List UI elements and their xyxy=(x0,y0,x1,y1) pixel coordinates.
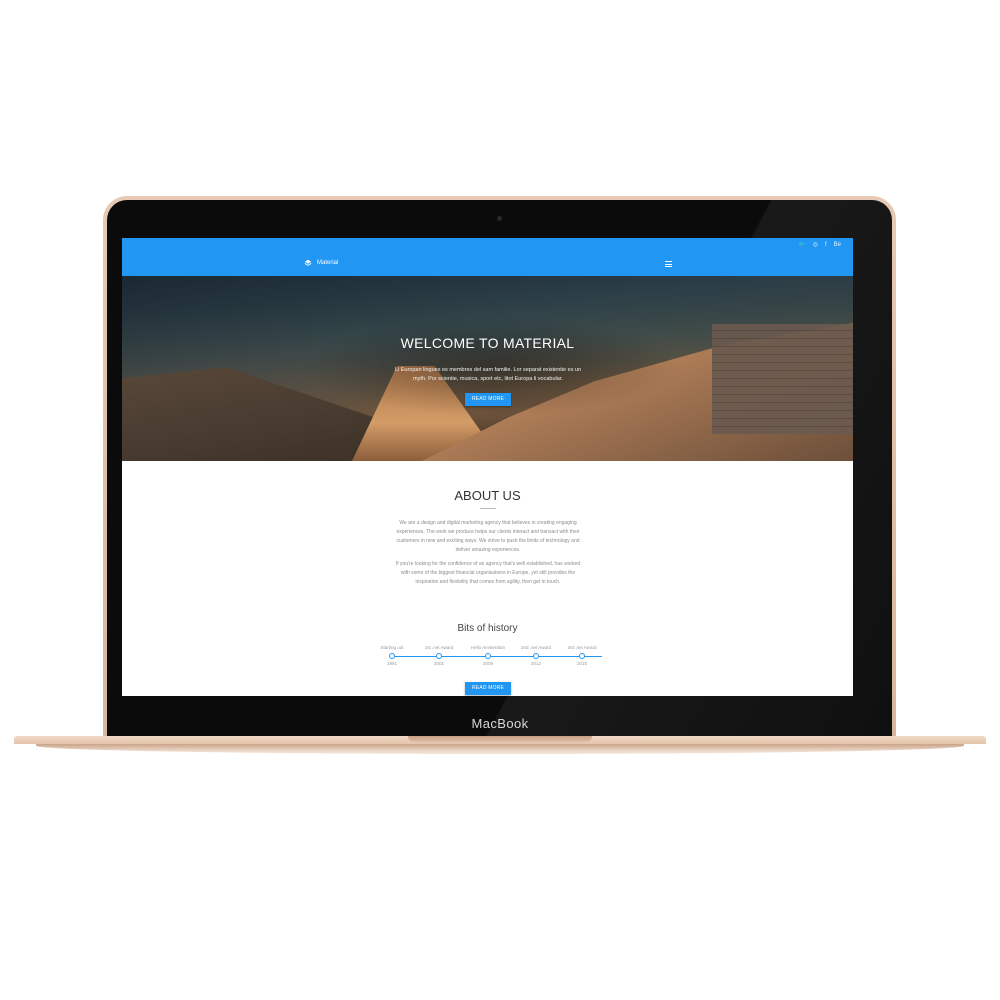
timeline-item[interactable]: Starting out 1991 xyxy=(370,644,414,668)
history-timeline: Starting out 1991 1st .net Award 2001 He… xyxy=(380,644,604,670)
timeline-label: 1st .net Award xyxy=(424,645,454,650)
social-links: 🐦 ◎ f Be xyxy=(798,241,841,249)
about-divider xyxy=(480,508,496,509)
timeline-dot xyxy=(436,653,442,659)
hamburger-menu-icon[interactable] xyxy=(665,261,672,267)
hero-text: Li Europan lingues es membres del sam fa… xyxy=(394,367,582,382)
about-paragraph-2: If you're looking for the confidence of … xyxy=(395,561,581,585)
layers-icon xyxy=(304,259,312,266)
hero-title: WELCOME TO MATERIAL xyxy=(400,335,575,351)
timeline-item[interactable]: 2nd .net Award 2012 xyxy=(514,644,558,668)
timeline-item[interactable]: 1st .net Award 2001 xyxy=(417,644,461,668)
site-logo[interactable]: Material xyxy=(304,259,338,267)
camera-dot xyxy=(497,216,502,221)
hero-read-more-button[interactable]: READ MORE xyxy=(465,393,511,406)
timeline-item[interactable]: Hello Amsterdam 2009 xyxy=(466,644,510,668)
timeline-dot xyxy=(533,653,539,659)
laptop-base-edge xyxy=(36,744,964,754)
timeline-year: 2001 xyxy=(433,661,444,666)
timeline-label: 2nd .net Award xyxy=(521,645,551,650)
timeline-year: 2009 xyxy=(482,661,493,666)
behance-icon[interactable]: Be xyxy=(834,241,841,249)
logo-text: Material xyxy=(317,260,339,266)
website-screen: 🐦 ◎ f Be Material WELCOME TO MATERIAL Li… xyxy=(122,238,853,696)
device-brand-label: MacBook xyxy=(471,716,529,731)
timeline-item[interactable]: 3rd .net Award 2015 xyxy=(560,644,604,668)
timeline-dot xyxy=(579,653,585,659)
about-paragraph-1: We are a design and digital marketing ag… xyxy=(396,520,580,553)
twitter-icon[interactable]: 🐦 xyxy=(798,241,805,249)
timeline-year: 2015 xyxy=(576,661,587,666)
laptop-opening-notch xyxy=(408,736,592,742)
timeline-label: Starting out xyxy=(380,645,404,650)
history-read-more-button[interactable]: READ MORE xyxy=(465,682,511,695)
about-title: ABOUT US xyxy=(454,488,521,503)
timeline-year: 2012 xyxy=(530,661,541,666)
history-title: Bits of history xyxy=(457,623,518,634)
dribbble-icon[interactable]: ◎ xyxy=(813,241,818,249)
timeline-label: 3rd .net Award xyxy=(567,645,597,650)
timeline-year: 1991 xyxy=(386,661,397,666)
timeline-dot xyxy=(485,653,491,659)
facebook-icon[interactable]: f xyxy=(825,241,827,249)
timeline-dot xyxy=(389,653,395,659)
timeline-label: Hello Amsterdam xyxy=(470,645,506,650)
top-navigation-bar: 🐦 ◎ f Be Material xyxy=(122,238,853,276)
